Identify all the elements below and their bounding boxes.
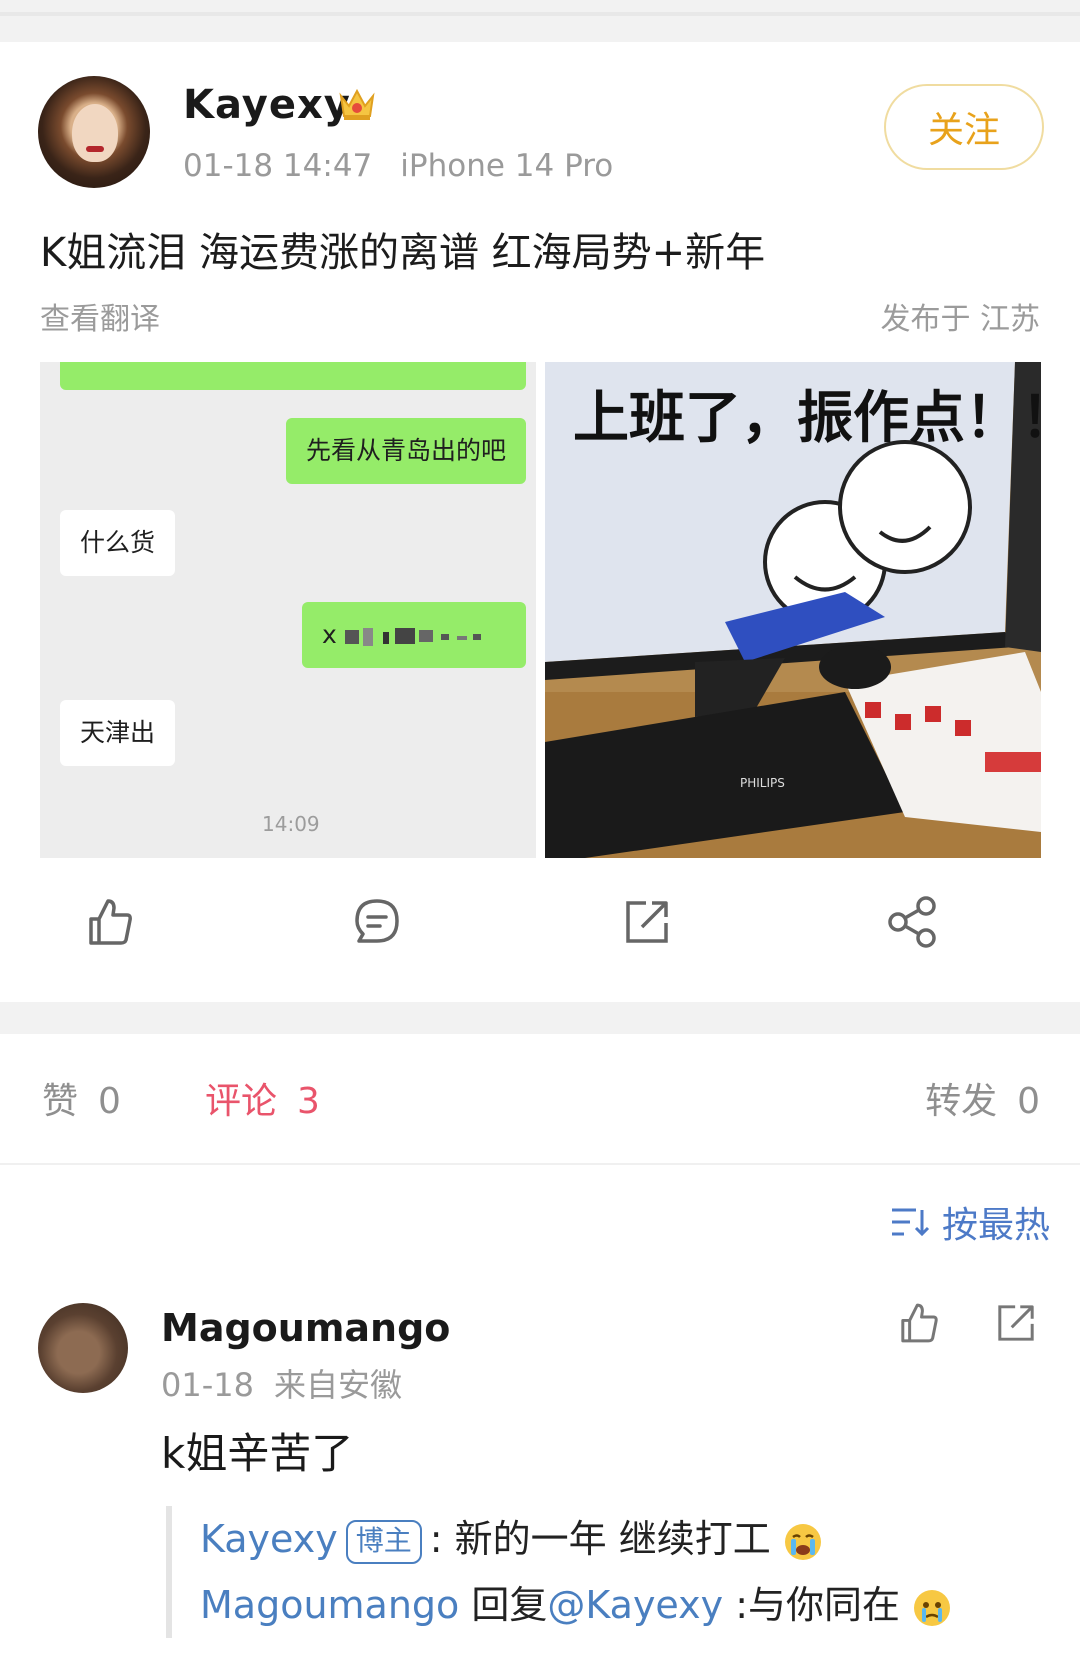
post-author-avatar[interactable] <box>38 76 150 188</box>
chat-bubble-left: 什么货 <box>60 510 176 576</box>
chat-bubble-right: 先看从青岛出的吧 <box>285 418 526 484</box>
comment-meta: 01-18 来自安徽 <box>161 1366 402 1404</box>
comment-repost-icon[interactable] <box>993 1300 1039 1346</box>
divider <box>0 1163 1080 1165</box>
comment-like-icon[interactable] <box>896 1300 942 1346</box>
reply-text: 与你同在 <box>748 1583 901 1627</box>
comment-icon[interactable] <box>350 895 404 949</box>
chat-bubble-cut <box>60 362 526 390</box>
translate-link[interactable]: 查看翻译 <box>40 294 160 338</box>
post-image-desk[interactable]: 上班了，振作点！！！ PHILIPS <box>545 362 1041 858</box>
reply-item: Magoumango 回复@Kayexy :与你同在 <box>200 1572 1080 1638</box>
tab-reposts[interactable]: 转发 0 <box>925 1072 1040 1124</box>
vip-crown-icon <box>339 88 375 120</box>
keyboard-brand: PHILIPS <box>740 776 785 790</box>
post-location: 发布于 江苏 <box>880 302 1040 337</box>
sort-icon <box>891 1208 930 1237</box>
author-badge: 博主 <box>345 1519 422 1564</box>
mention-link[interactable]: @Kayexy <box>547 1583 723 1627</box>
commenter-avatar[interactable] <box>38 1303 128 1393</box>
stats-tabs: 赞0 评论 3 转发 0 <box>0 1072 1080 1132</box>
post-author-name[interactable]: Kayexy <box>183 82 351 128</box>
tab-likes[interactable]: 赞0 <box>42 1072 121 1124</box>
commenter-name[interactable]: Magoumango <box>161 1306 450 1350</box>
tearful-emoji-icon <box>914 1589 951 1626</box>
thumb-up-icon[interactable] <box>83 895 137 949</box>
comment-text: k姐辛苦了 <box>161 1429 354 1478</box>
post-action-bar <box>0 895 1080 965</box>
desk-photo: 上班了，振作点！！！ PHILIPS <box>545 362 1041 858</box>
desk-caption: 上班了，振作点！！！ <box>573 386 1041 451</box>
section-separator <box>0 1002 1080 1034</box>
reply-thread[interactable]: Kayexy 博主: 新的一年 继续打工 Magoumango 回复@Kayexy… <box>166 1506 1080 1638</box>
reply-author[interactable]: Magoumango <box>200 1583 459 1627</box>
tab-comments[interactable]: 评论 3 <box>205 1072 320 1124</box>
chat-bubble-right-blurred: x <box>302 602 526 668</box>
chat-time: 14:09 <box>262 812 320 836</box>
post-image-chat[interactable]: 先看从青岛出的吧 什么货 x 天津出 14:09 <box>40 362 536 858</box>
post-text: K姐流泪 海运费涨的离谱 红海局势+新年 <box>40 230 766 276</box>
sort-button[interactable]: 按最热 <box>890 1196 1050 1248</box>
post-date: 01-18 14:47 <box>183 148 373 184</box>
repost-icon[interactable] <box>620 895 674 949</box>
top-strip <box>0 0 1080 42</box>
follow-button[interactable]: 关注 <box>884 84 1044 170</box>
crying-emoji-icon <box>784 1523 821 1560</box>
pixelated-text <box>344 628 481 646</box>
post-device: iPhone 14 Pro <box>400 148 614 184</box>
reply-item: Kayexy 博主: 新的一年 继续打工 <box>200 1506 1080 1572</box>
reply-author[interactable]: Kayexy <box>200 1517 338 1561</box>
post-meta: 01-18 14:47 iPhone 14 Pro <box>183 148 613 184</box>
reply-text: 新的一年 继续打工 <box>454 1517 771 1561</box>
chat-bubble-left: 天津出 <box>60 700 176 766</box>
share-icon[interactable] <box>886 895 940 949</box>
